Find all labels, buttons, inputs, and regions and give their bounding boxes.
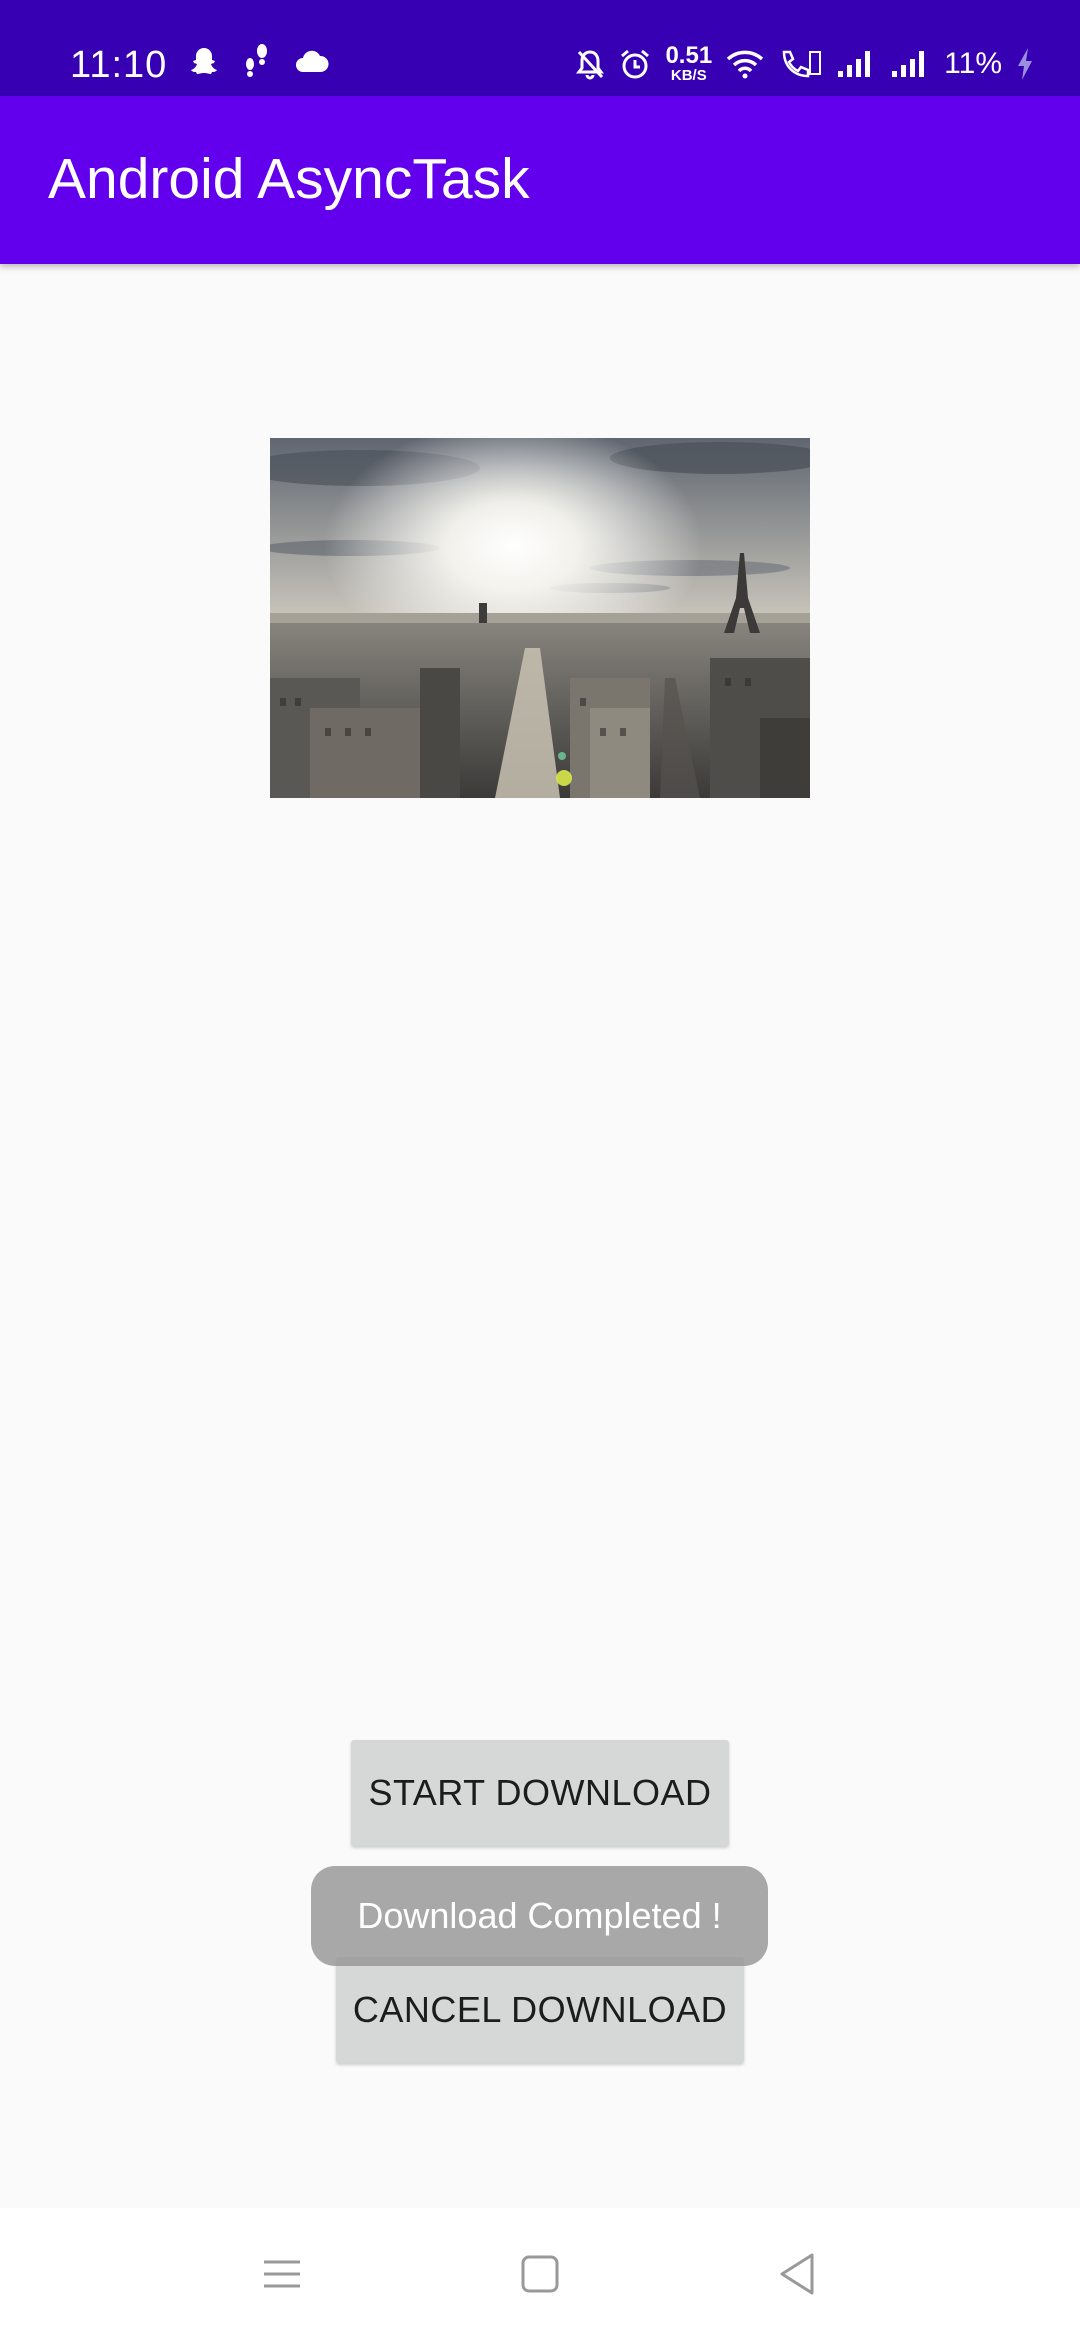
downloaded-image [270, 438, 810, 798]
signal-icon [892, 50, 925, 77]
network-speed: 0.51 KB/S [665, 42, 713, 84]
signal-icon [838, 50, 871, 77]
menu-icon[interactable] [254, 2246, 310, 2302]
status-left-icons [188, 44, 330, 78]
back-icon[interactable] [770, 2246, 826, 2302]
app-bar: Android AsyncTask [0, 96, 1080, 264]
net-speed-value: 0.51 [665, 42, 713, 69]
navigation-bar [0, 2208, 1080, 2340]
cloud-icon [296, 50, 329, 72]
battery-percentage: 11% [944, 46, 1002, 80]
volte-call-icon [782, 50, 822, 77]
home-icon[interactable] [512, 2246, 568, 2302]
city-skyline-photo [270, 438, 810, 798]
status-right-icons: 0.51 KB/S 11% [575, 44, 1034, 83]
steps-icon [246, 44, 267, 77]
page-title: Android AsyncTask [48, 147, 530, 211]
net-speed-unit: KB/S [670, 67, 707, 84]
charging-icon [1018, 47, 1032, 80]
wifi-icon [726, 50, 764, 78]
snapchat-icon [191, 48, 217, 74]
bell-off-icon [576, 49, 605, 79]
toast-message: Download Completed ! [311, 1866, 768, 1966]
cancel-download-button[interactable]: CANCEL DOWNLOAD [336, 1957, 744, 2063]
start-download-button[interactable]: START DOWNLOAD [351, 1740, 729, 1846]
status-time: 11:10 [70, 44, 168, 86]
alarm-icon [621, 49, 650, 78]
status-bar: 11:10 0.51 KB/S 11% [0, 0, 1080, 96]
